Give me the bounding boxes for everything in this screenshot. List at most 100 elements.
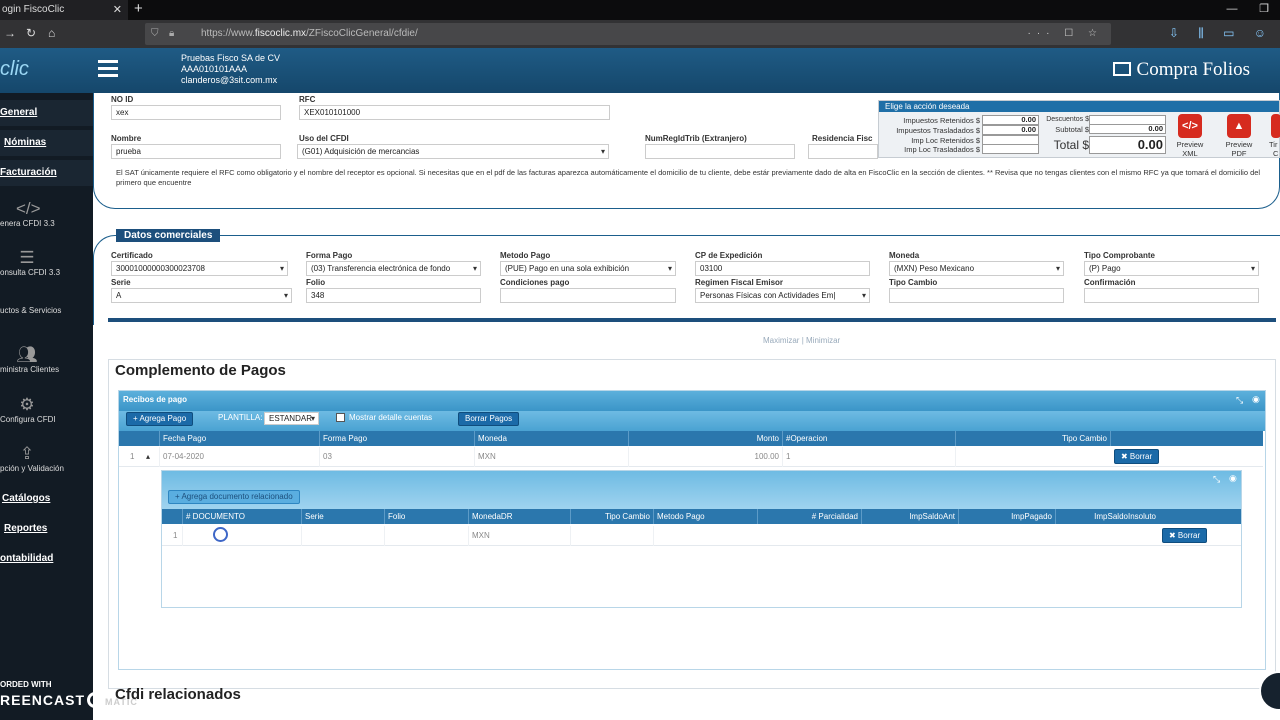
serie-cell[interactable] [301, 526, 384, 546]
col-tipo-cambio[interactable]: Tipo Cambio [955, 431, 1110, 446]
collapse-icon[interactable]: ◉ [1252, 394, 1260, 405]
preview-xml-button[interactable]: </> Preview XML [1169, 114, 1211, 158]
browser-tab[interactable]: ogin FiscoClic ✕ [0, 0, 128, 20]
cp-input[interactable]: 03100 [695, 261, 870, 276]
condiciones-input[interactable] [500, 288, 676, 303]
subgrid-collapse-icon[interactable]: ◉ [1229, 473, 1237, 484]
subtotal-label: Subtotal $ [1055, 125, 1089, 134]
url-prefix: https://www. [201, 28, 255, 39]
address-bar[interactable]: ⛉ 🔒︎ https://www.fiscoclic.mx/ZFiscoClic… [145, 23, 1111, 45]
browser-tab-bar: ogin FiscoClic ✕ + — ❐ [0, 0, 1280, 20]
col-monto[interactable]: Monto [628, 431, 782, 446]
third-action-button[interactable]: Tir C [1259, 114, 1280, 158]
minimize-window-icon[interactable]: — [1216, 0, 1248, 20]
sidebar-item-nominas[interactable]: Nóminas [0, 130, 93, 156]
serie-select[interactable]: A [111, 288, 292, 303]
subgrid-expand-icon[interactable]: ⤡ [1213, 474, 1220, 485]
forma-pago-cell[interactable]: 03 [319, 447, 474, 467]
folio-input[interactable]: 348 [306, 288, 481, 303]
nombre-input[interactable]: prueba [111, 144, 281, 159]
sidebar-item-clientes[interactable]: 👥︎ ministra Clientes [0, 345, 93, 374]
tipo-cambio-input[interactable] [889, 288, 1064, 303]
uso-cfdi-select[interactable]: (G01) Adquisición de mercancias [297, 144, 609, 159]
col-folio[interactable]: Folio [384, 509, 468, 524]
tax-box-header: Elige la acción deseada [879, 101, 1279, 112]
tipo-cambio-cell[interactable] [955, 447, 1110, 467]
page-actions-icon[interactable]: ··· ☐ ☆ [1028, 23, 1103, 45]
borrar-pagos-button[interactable]: Borrar Pagos [458, 412, 520, 426]
col-imp-pagado[interactable]: ImpPagado [958, 509, 1055, 524]
tipo-comprobante-select[interactable]: (P) Pago [1084, 261, 1259, 276]
agrega-pago-button[interactable]: + Agrega Pago [126, 412, 194, 426]
menu-icon[interactable] [98, 60, 118, 77]
sidebar-item-genera-cfdi[interactable]: </> enera CFDI 3.3 [0, 199, 93, 228]
sidebar-item-general[interactable]: General [0, 100, 93, 126]
preview-pdf-button[interactable]: ▲ Preview PDF [1218, 114, 1260, 158]
sidebar-item-facturacion[interactable]: Facturación [0, 160, 93, 186]
tipo-cambio-label: Tipo Cambio [889, 278, 938, 287]
residencia-input[interactable] [808, 144, 878, 159]
borrar-documento-button[interactable]: ✖ Borrar [1162, 528, 1208, 543]
numreg-input[interactable] [645, 144, 795, 159]
gear-icon: ⚙ [19, 395, 35, 414]
new-tab-icon[interactable]: + [134, 0, 143, 18]
agrega-documento-button[interactable]: + Agrega documento relacionado [168, 490, 300, 504]
forma-pago-select[interactable]: (03) Transferencia electrónica de fondo [306, 261, 481, 276]
col-imp-saldo-ant[interactable]: ImpSaldoAnt [861, 509, 958, 524]
col-imp-saldo-insoluto[interactable]: ImpSaldoInsoluto [1055, 509, 1159, 524]
reload-icon[interactable]: ↻ [26, 26, 36, 40]
pagos-grid-header: Fecha Pago Forma Pago Moneda Monto #Oper… [119, 431, 1263, 446]
col-forma-pago[interactable]: Forma Pago [319, 431, 474, 446]
col-doc-tipo-cambio[interactable]: Tipo Cambio [570, 509, 653, 524]
col-moneda[interactable]: Moneda [474, 431, 628, 446]
subtotal-value: 0.00 [1089, 124, 1166, 134]
borrar-pago-button[interactable]: ✖ Borrar [1114, 449, 1160, 464]
sidebar-item-recepcion[interactable]: ⇪ pción y Validación [0, 444, 93, 473]
monto-cell[interactable]: 100.00 [628, 447, 782, 467]
regimen-select[interactable]: Personas Físicas con Actividades Em| [695, 288, 870, 303]
sidebar-item-configura[interactable]: ⚙ Configura CFDI [0, 395, 93, 424]
rfc-input[interactable]: XEX010101000 [299, 105, 610, 120]
restore-window-icon[interactable]: ❐ [1248, 0, 1280, 20]
sidebar-item-contabilidad[interactable]: ontabilidad [0, 546, 93, 572]
maximizar-link[interactable]: Maximizar [763, 336, 799, 345]
certificado-select[interactable]: 30001000000300023708 [111, 261, 288, 276]
metodo-pago-cell[interactable] [653, 526, 757, 546]
table-row: 1 ▴ 07-04-2020 03 MXN 100.00 1 [119, 447, 1263, 467]
sidebar-item-consulta-cfdi[interactable]: ☰ onsulta CFDI 3.3 [0, 248, 93, 277]
sidebar-item-catalogos[interactable]: Catálogos [0, 486, 93, 512]
forward-icon[interactable]: → [4, 26, 16, 40]
moneda-select[interactable]: (MXN) Peso Mexicano [889, 261, 1064, 276]
close-tab-icon[interactable]: ✕ [113, 0, 122, 20]
sidebar-item-reportes[interactable]: Reportes [0, 516, 93, 542]
minimizar-link[interactable]: Minimizar [806, 336, 840, 345]
col-fecha-pago[interactable]: Fecha Pago [159, 431, 319, 446]
folio-cell[interactable] [384, 526, 468, 546]
row-expander-icon[interactable]: ▴ [143, 447, 159, 467]
col-serie[interactable]: Serie [301, 509, 384, 524]
col-moneda-dr[interactable]: MonedaDR [468, 509, 570, 524]
fecha-pago-cell[interactable]: 07-04-2020 [159, 447, 319, 467]
moneda-dr-cell[interactable]: MXN [468, 526, 570, 546]
moneda-cell[interactable]: MXN [474, 447, 628, 467]
metodo-pago-select[interactable]: (PUE) Pago en una sola exhibición [500, 261, 676, 276]
toolbar-icons[interactable]: ⇩ ⫼ ▭ ☺ [1169, 26, 1274, 41]
plantilla-label: PLANTILLA: [218, 413, 263, 422]
operacion-cell[interactable]: 1 [782, 447, 955, 467]
doc-tipo-cambio-cell[interactable] [570, 526, 653, 546]
col-operacion[interactable]: #Operacion [782, 431, 955, 446]
users-icon: 👥︎ [16, 345, 38, 364]
plantilla-select[interactable]: ESTANDAR [264, 412, 319, 425]
col-documento[interactable]: # DOCUMENTO [182, 509, 301, 524]
sidebar-item-productos[interactable]: uctos & Servicios [0, 306, 93, 315]
confirmacion-input[interactable] [1084, 288, 1259, 303]
col-metodo-pago[interactable]: Metodo Pago [653, 509, 757, 524]
app-logo: clic [0, 58, 29, 80]
confirmacion-label: Confirmación [1084, 278, 1136, 287]
expand-icon[interactable]: ⤡ [1236, 395, 1243, 406]
mostrar-detalle-checkbox[interactable] [336, 413, 345, 422]
documento-cell[interactable] [182, 526, 301, 546]
col-parcialidad[interactable]: # Parcialidad [757, 509, 861, 524]
no-id-input[interactable]: xex [111, 105, 281, 120]
home-icon[interactable]: ⌂ [48, 26, 55, 40]
